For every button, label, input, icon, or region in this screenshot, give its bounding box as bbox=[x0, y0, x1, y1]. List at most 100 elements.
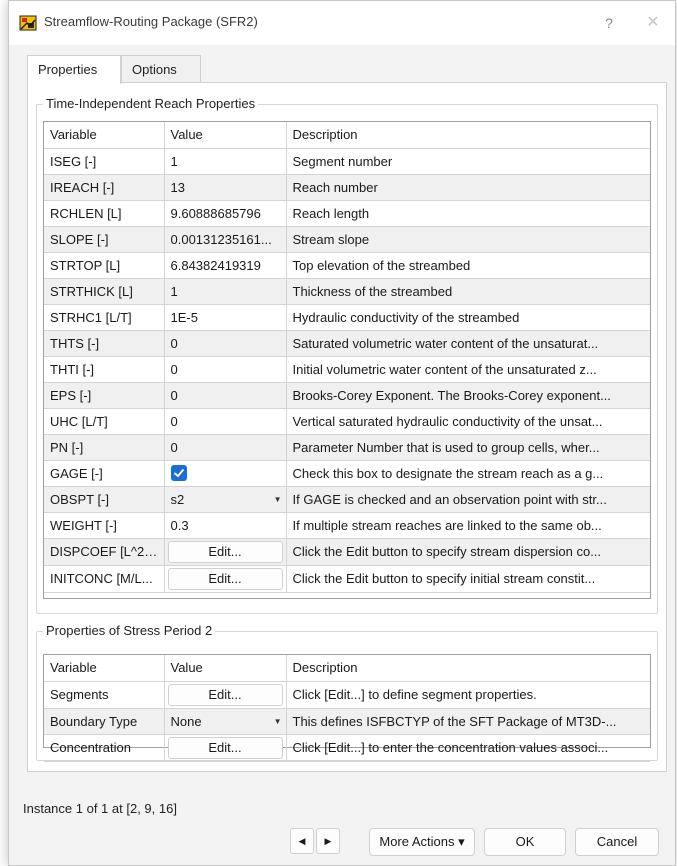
description-cell: Reach length bbox=[286, 200, 650, 227]
description-cell: This defines ISFBCTYP of the SFT Package… bbox=[286, 708, 650, 735]
description-cell: If multiple stream reaches are linked to… bbox=[286, 512, 650, 539]
table-row[interactable]: RCHLEN [L] 9.60888685796 Reach length bbox=[44, 200, 650, 227]
variable-cell: ISEG [-] bbox=[44, 148, 165, 175]
table-row[interactable]: EPS [-] 0 Brooks-Corey Exponent. The Bro… bbox=[44, 382, 650, 409]
description-cell: Segment number bbox=[286, 148, 650, 175]
group-title: Time-Independent Reach Properties bbox=[43, 96, 259, 111]
gage-checkbox-cell[interactable] bbox=[164, 460, 287, 487]
value-cell[interactable]: 6.84382419319 bbox=[164, 252, 287, 279]
table-row[interactable]: Concentration Edit... Click [Edit...] to… bbox=[44, 734, 650, 762]
description-cell: Click [Edit...] to define segment proper… bbox=[286, 681, 650, 709]
table-row[interactable]: STRHC1 [L/T] 1E-5 Hydraulic conductivity… bbox=[44, 304, 650, 331]
next-instance-button[interactable]: ▶ bbox=[316, 828, 340, 854]
variable-cell: Boundary Type bbox=[44, 708, 165, 735]
edit-button[interactable]: Edit... bbox=[167, 736, 283, 759]
value-cell[interactable]: 1 bbox=[164, 148, 287, 175]
cancel-button[interactable]: Cancel bbox=[575, 828, 659, 856]
value-cell[interactable]: 0 bbox=[164, 330, 287, 357]
value-cell[interactable]: 0.3 bbox=[164, 512, 287, 539]
table-row[interactable]: PN [-] 0 Parameter Number that is used t… bbox=[44, 434, 650, 461]
table-row[interactable]: INITCONC [M/L... Edit... Click the Edit … bbox=[44, 565, 650, 593]
edit-button[interactable]: Edit... bbox=[167, 540, 283, 563]
table-row[interactable]: THTS [-] 0 Saturated volumetric water co… bbox=[44, 330, 650, 357]
value-cell[interactable]: 13 bbox=[164, 174, 287, 201]
description-cell: Hydraulic conductivity of the streambed bbox=[286, 304, 650, 331]
boundary-type-select[interactable]: None ▼ bbox=[164, 708, 287, 735]
variable-cell: INITCONC [M/L... bbox=[44, 565, 165, 593]
variable-cell: WEIGHT [-] bbox=[44, 512, 165, 539]
window-title: Streamflow-Routing Package (SFR2) bbox=[44, 14, 258, 29]
edit-button[interactable]: Edit... bbox=[167, 683, 283, 706]
select-value: None bbox=[170, 713, 202, 729]
description-cell: Thickness of the streambed bbox=[286, 278, 650, 305]
description-cell: Click [Edit...] to enter the concentrati… bbox=[286, 734, 650, 762]
description-cell: Initial volumetric water content of the … bbox=[286, 356, 650, 383]
checkmark-icon bbox=[173, 469, 184, 478]
description-cell: Vertical saturated hydraulic conductivit… bbox=[286, 408, 650, 435]
help-button[interactable]: ? bbox=[597, 11, 621, 35]
close-button[interactable]: ✕ bbox=[641, 11, 665, 35]
stress-period-group: Properties of Stress Period 2 Variable V… bbox=[36, 623, 658, 762]
variable-cell: OBSPT [-] bbox=[44, 486, 165, 513]
description-cell: Stream slope bbox=[286, 226, 650, 253]
value-cell[interactable]: 0 bbox=[164, 434, 287, 461]
tab-properties[interactable]: Properties bbox=[27, 55, 121, 84]
variable-cell: EPS [-] bbox=[44, 382, 165, 409]
column-header: Value bbox=[164, 122, 287, 149]
value-cell[interactable]: 0 bbox=[164, 382, 287, 409]
edit-cell: Edit... bbox=[164, 734, 287, 762]
variable-cell: RCHLEN [L] bbox=[44, 200, 165, 227]
edit-button[interactable]: Edit... bbox=[167, 567, 283, 590]
description-cell: Parameter Number that is used to group c… bbox=[286, 434, 650, 461]
table-header-row: Variable Value Description bbox=[44, 122, 650, 149]
table-row[interactable]: Segments Edit... Click [Edit...] to defi… bbox=[44, 681, 650, 709]
variable-cell: PN [-] bbox=[44, 434, 165, 461]
gage-checkbox[interactable] bbox=[170, 465, 187, 482]
reach-properties-table: Variable Value Description ISEG [-] 1 Se… bbox=[44, 122, 650, 593]
variable-cell: STRTOP [L] bbox=[44, 252, 165, 279]
previous-instance-button[interactable]: ◀ bbox=[290, 828, 314, 854]
obspt-select[interactable]: s2 ▼ bbox=[164, 486, 287, 513]
table-row[interactable]: WEIGHT [-] 0.3 If multiple stream reache… bbox=[44, 512, 650, 539]
table-row[interactable]: THTI [-] 0 Initial volumetric water cont… bbox=[44, 356, 650, 383]
edit-cell: Edit... bbox=[164, 538, 287, 566]
select-value: s2 bbox=[170, 491, 185, 507]
column-header: Description bbox=[286, 655, 650, 682]
value-cell[interactable]: 0 bbox=[164, 408, 287, 435]
variable-cell: GAGE [-] bbox=[44, 460, 165, 487]
table-row[interactable]: DISPCOEF [L^2/... Edit... Click the Edit… bbox=[44, 538, 650, 566]
value-cell[interactable]: 0.00131235161... bbox=[164, 226, 287, 253]
chevron-down-icon: ▼ bbox=[273, 716, 282, 726]
value-cell[interactable]: 1E-5 bbox=[164, 304, 287, 331]
table-row[interactable]: STRTHICK [L] 1 Thickness of the streambe… bbox=[44, 278, 650, 305]
variable-cell: STRHC1 [L/T] bbox=[44, 304, 165, 331]
more-actions-button[interactable]: More Actions ▾ bbox=[369, 828, 475, 856]
chevron-down-icon: ▼ bbox=[273, 494, 282, 504]
tab-options[interactable]: Options bbox=[121, 55, 201, 83]
table-row[interactable]: Boundary Type None ▼ This defines ISFBCT… bbox=[44, 708, 650, 735]
value-cell[interactable]: 1 bbox=[164, 278, 287, 305]
table-row[interactable]: SLOPE [-] 0.00131235161... Stream slope bbox=[44, 226, 650, 253]
value-cell[interactable]: 0 bbox=[164, 356, 287, 383]
column-header: Variable bbox=[44, 655, 165, 682]
ok-button[interactable]: OK bbox=[484, 828, 566, 856]
table-row[interactable]: GAGE [-] Check this box to designate the… bbox=[44, 460, 650, 487]
edit-cell: Edit... bbox=[164, 565, 287, 593]
stress-period-table: Variable Value Description Segments Edit… bbox=[44, 655, 650, 762]
variable-cell: IREACH [-] bbox=[44, 174, 165, 201]
variable-cell: STRTHICK [L] bbox=[44, 278, 165, 305]
title-bar: Streamflow-Routing Package (SFR2) ? ✕ bbox=[9, 1, 675, 45]
table-row[interactable]: ISEG [-] 1 Segment number bbox=[44, 148, 650, 175]
stress-period-grid: Variable Value Description Segments Edit… bbox=[43, 654, 651, 762]
table-header-row: Variable Value Description bbox=[44, 655, 650, 682]
value-cell[interactable]: 9.60888685796 bbox=[164, 200, 287, 227]
table-row[interactable]: UHC [L/T] 0 Vertical saturated hydraulic… bbox=[44, 408, 650, 435]
variable-cell: Segments bbox=[44, 681, 165, 709]
variable-cell: SLOPE [-] bbox=[44, 226, 165, 253]
table-row[interactable]: OBSPT [-] s2 ▼ If GAGE is checked and an… bbox=[44, 486, 650, 513]
group-title: Properties of Stress Period 2 bbox=[43, 623, 216, 638]
description-cell: Top elevation of the streambed bbox=[286, 252, 650, 279]
reach-properties-group: Time-Independent Reach Properties Variab… bbox=[36, 96, 658, 614]
table-row[interactable]: STRTOP [L] 6.84382419319 Top elevation o… bbox=[44, 252, 650, 279]
table-row[interactable]: IREACH [-] 13 Reach number bbox=[44, 174, 650, 201]
